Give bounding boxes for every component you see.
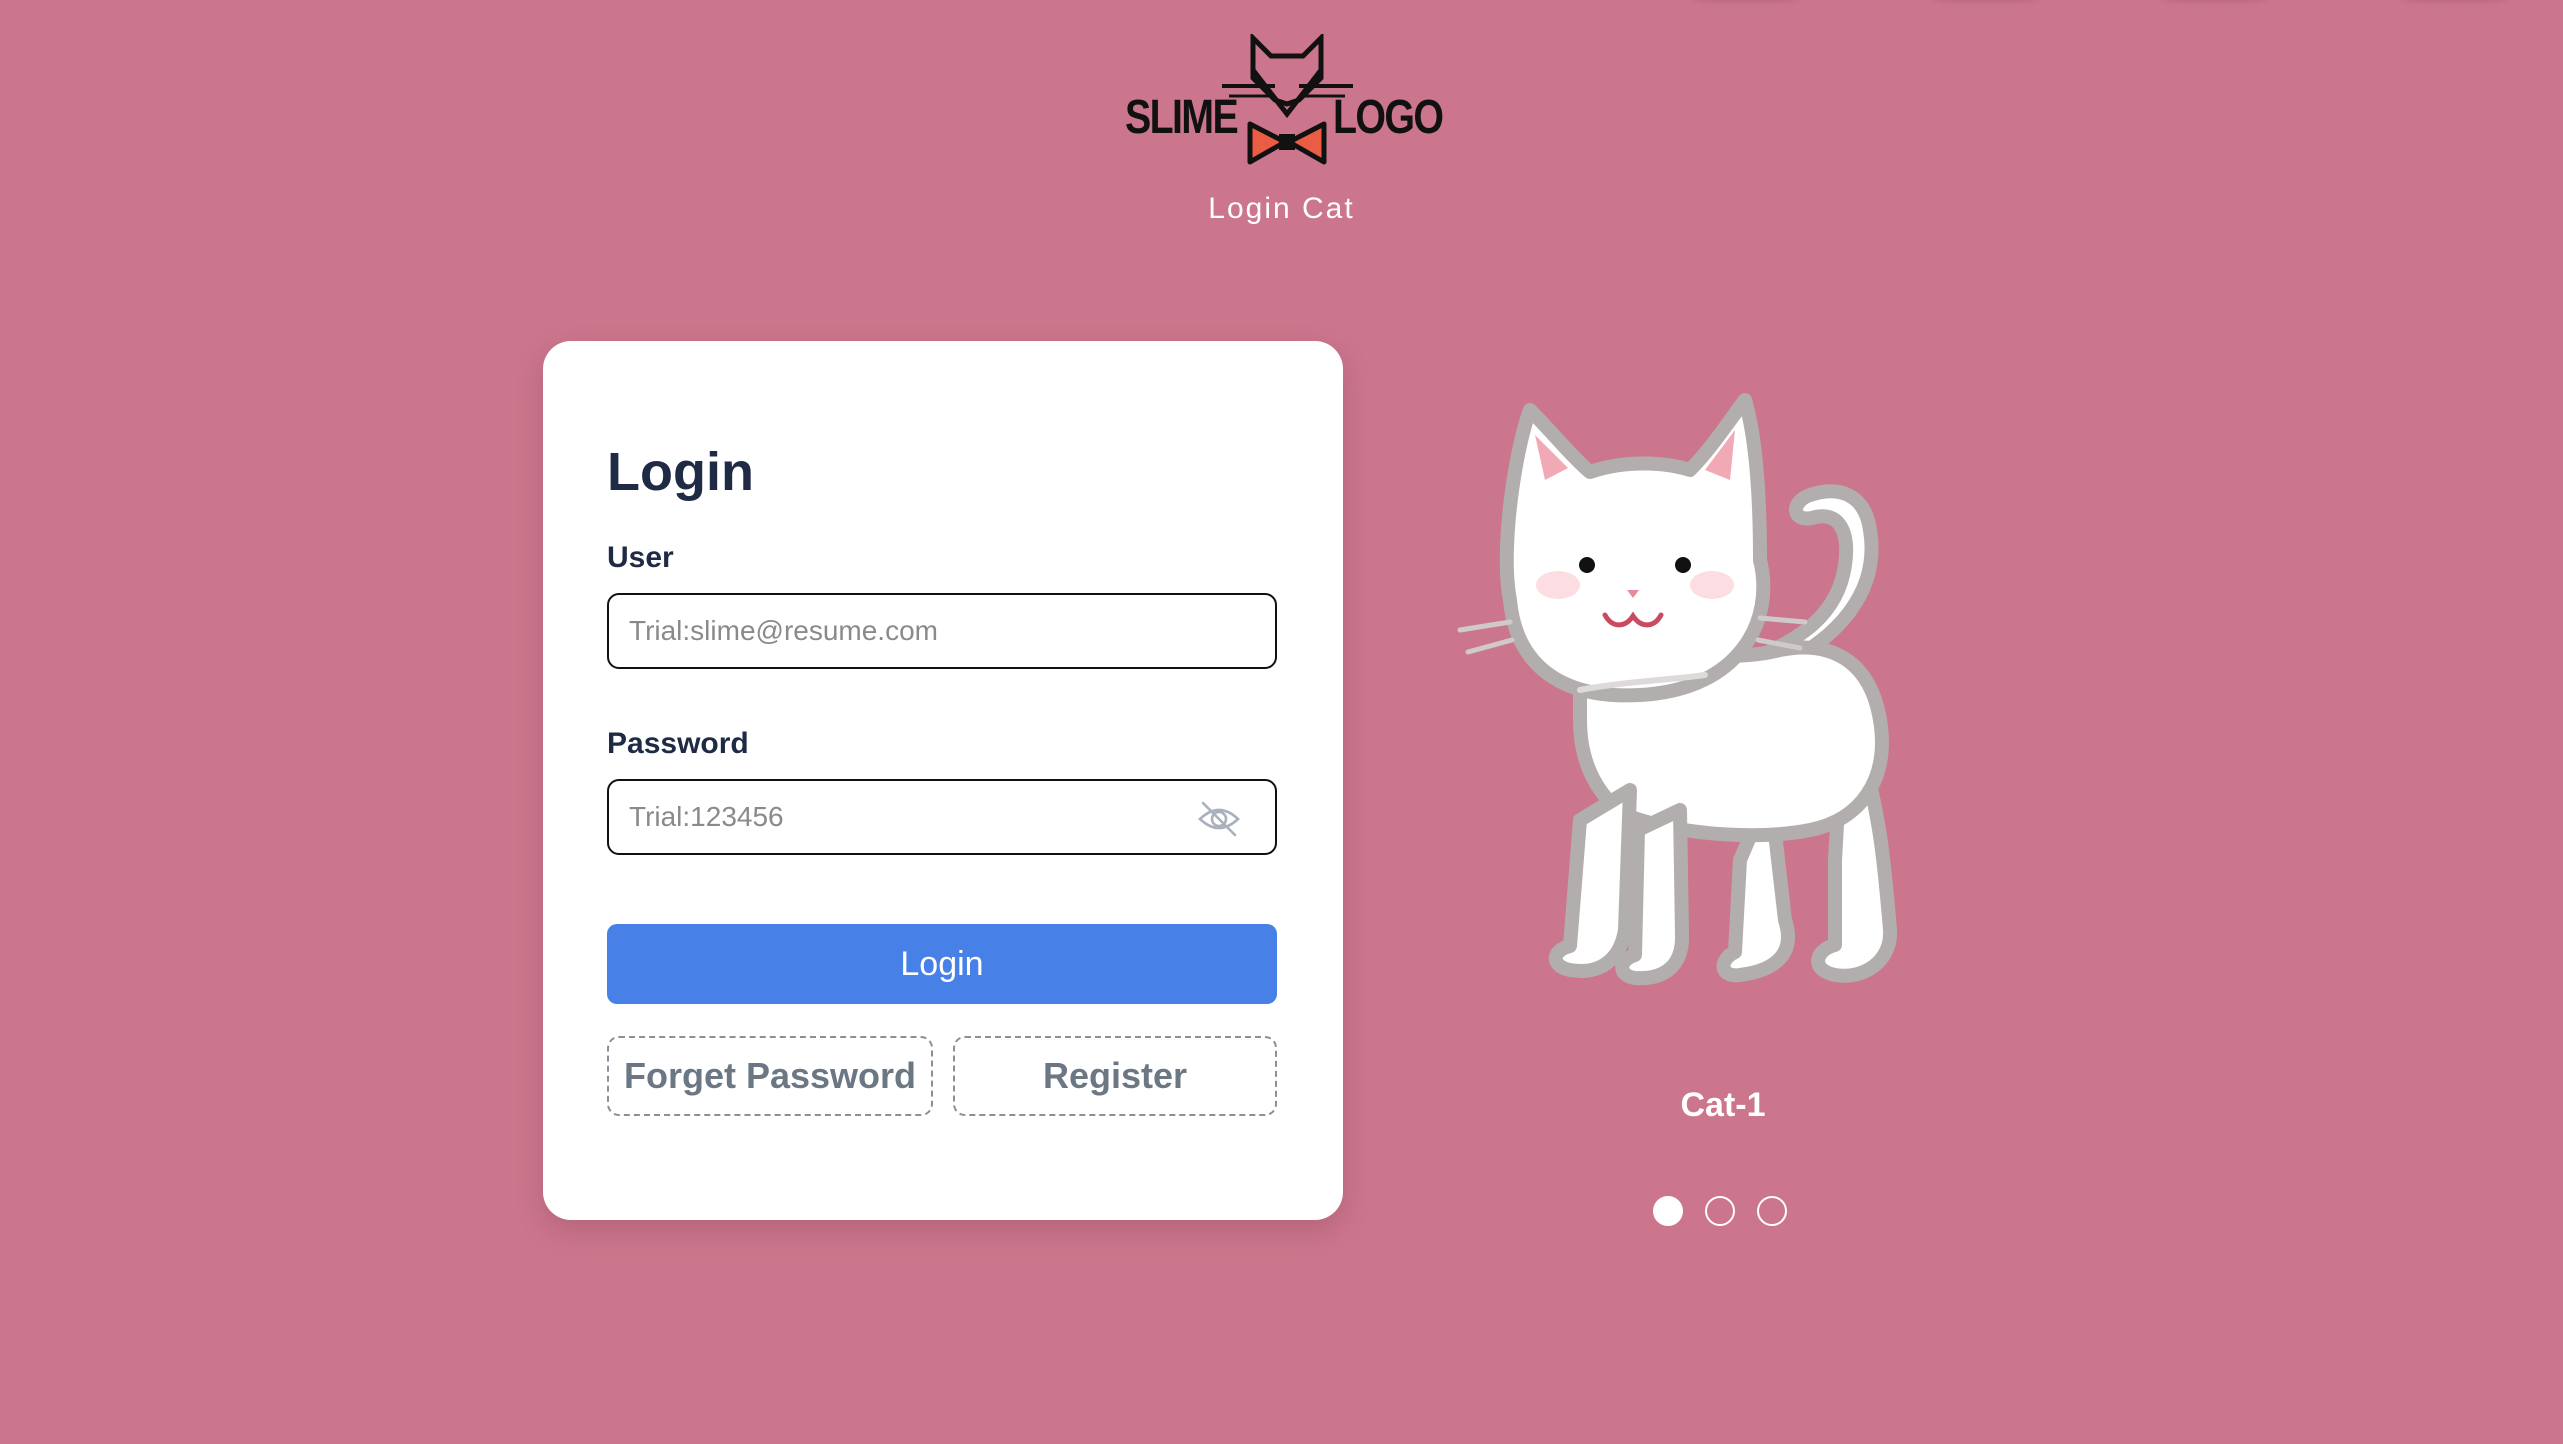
password-label: Password xyxy=(607,727,749,760)
carousel-slide xyxy=(1440,390,2000,1010)
top-decoration xyxy=(2160,0,2270,2)
cat-bowtie-icon xyxy=(1222,34,1353,165)
top-decoration xyxy=(1930,0,2040,2)
user-input[interactable] xyxy=(609,595,1189,667)
cat-illustration xyxy=(1457,393,1898,986)
password-input[interactable] xyxy=(609,781,1189,853)
carousel-caption: Cat-1 xyxy=(1680,1086,1766,1124)
password-field-box xyxy=(607,779,1277,855)
eye-off-icon[interactable] xyxy=(1197,799,1241,839)
carousel-dot-2[interactable] xyxy=(1705,1196,1735,1226)
login-button[interactable]: Login xyxy=(607,924,1277,1004)
carousel-dot-1[interactable] xyxy=(1653,1196,1683,1226)
carousel-dot-3[interactable] xyxy=(1757,1196,1787,1226)
register-button[interactable]: Register xyxy=(953,1036,1277,1116)
user-label: User xyxy=(607,541,674,574)
brand-logo: SLIME LOGO xyxy=(1125,34,1444,170)
forget-password-button[interactable]: Forget Password xyxy=(607,1036,933,1116)
login-title: Login xyxy=(607,442,754,502)
top-decoration xyxy=(2400,0,2510,2)
login-card: Login User Password Login Forget Passwor… xyxy=(543,341,1343,1220)
page-subtitle: Login Cat xyxy=(1208,192,1355,225)
carousel-indicators xyxy=(1653,1196,1793,1230)
top-decoration xyxy=(1690,0,1800,2)
user-field-box xyxy=(607,593,1277,669)
